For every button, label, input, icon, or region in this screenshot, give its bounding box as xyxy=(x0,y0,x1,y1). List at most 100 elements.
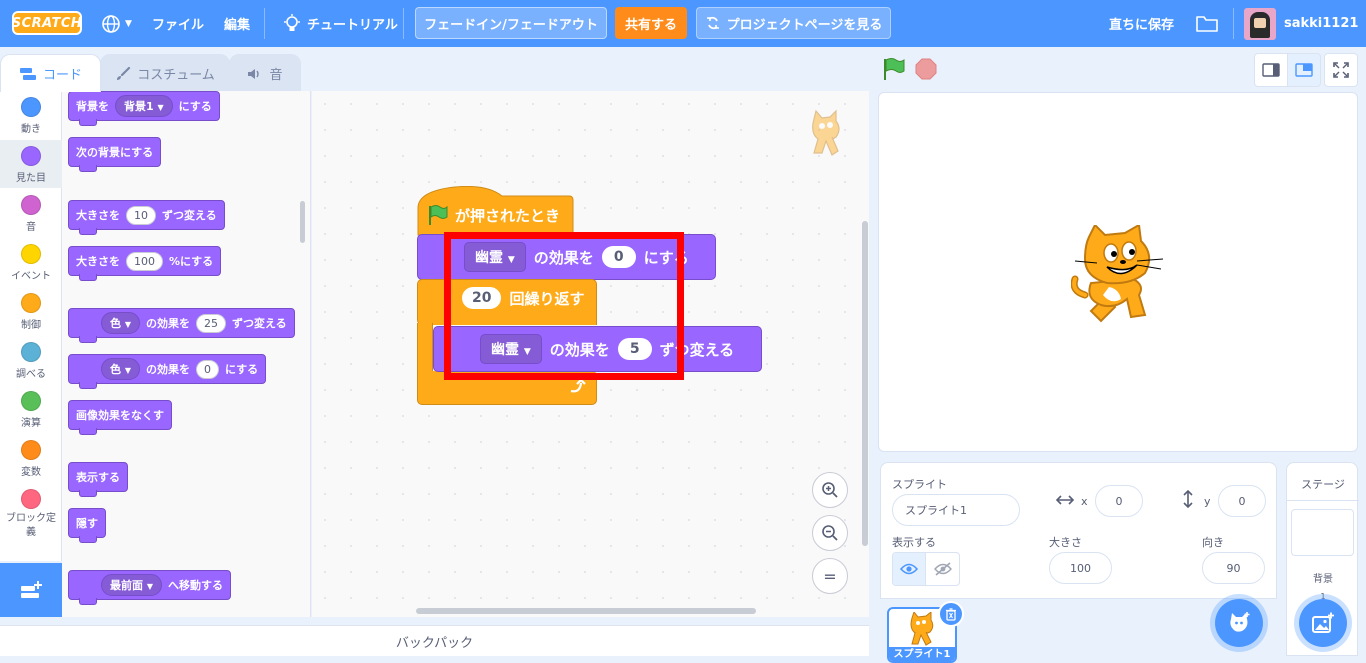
share-button[interactable]: 共有する xyxy=(615,7,687,39)
paintbrush-icon xyxy=(117,66,131,80)
language-menu[interactable]: ▼ xyxy=(101,0,132,47)
zoom-out-icon xyxy=(822,525,838,541)
stop-button[interactable] xyxy=(915,58,937,80)
trash-icon xyxy=(946,607,956,621)
effect-dropdown[interactable]: 色 ▼ xyxy=(101,358,140,380)
category-sensing[interactable]: 調べる xyxy=(0,336,62,384)
zoom-in-button[interactable] xyxy=(812,472,848,508)
stage-canvas[interactable] xyxy=(878,92,1358,452)
direction-input[interactable]: 90 xyxy=(1202,552,1265,584)
save-now-button[interactable]: 直ちに保存 xyxy=(1109,0,1174,47)
choose-sprite-button[interactable] xyxy=(1215,599,1263,647)
block-text: %にする xyxy=(169,255,214,268)
green-flag-icon xyxy=(884,58,905,80)
block-next-backdrop[interactable]: 次の背景にする xyxy=(68,137,162,172)
sprite-name-input[interactable]: スプライト1 xyxy=(892,494,1020,526)
tab-costumes-label: コスチューム xyxy=(137,68,215,83)
menu-divider xyxy=(264,8,265,39)
project-title-input[interactable]: フェードイン/フェードアウト xyxy=(415,7,607,39)
block-show[interactable]: 表示する xyxy=(68,462,128,497)
sprite-thumbnail-label-bg: スプライト1 xyxy=(889,647,955,661)
tab-sounds[interactable]: 音 xyxy=(229,54,301,92)
my-stuff-button[interactable] xyxy=(1196,0,1218,47)
block-text: 次の背景にする xyxy=(76,146,154,159)
category-my-blocks[interactable]: ブロック定義 xyxy=(0,483,62,543)
category-sound[interactable]: 音 xyxy=(0,189,62,237)
script-horizontal-scrollbar[interactable] xyxy=(416,608,756,614)
add-extension-button[interactable] xyxy=(0,563,62,617)
block-palette: 背景を 背景1 ▼ にする 次の背景にする 大きさを 10 ずつ変える 大きさを… xyxy=(62,91,311,617)
hide-sprite-button[interactable] xyxy=(926,553,959,585)
layer-dropdown[interactable]: 最前面 ▼ xyxy=(101,574,162,596)
block-set-size[interactable]: 大きさを 100 %にする xyxy=(68,246,222,281)
tutorials-label: チュートリアル xyxy=(307,18,398,33)
sprite-list: スプライト1 xyxy=(880,598,1277,663)
y-label: y xyxy=(1204,495,1211,508)
size-input[interactable]: 100 xyxy=(1049,552,1112,584)
hat-block-label: が押されたとき xyxy=(455,206,561,225)
block-set-effect[interactable]: 色 ▼ の効果を 0 にする xyxy=(68,354,267,389)
show-label: 表示する xyxy=(892,536,936,549)
block-clear-effects[interactable]: 画像効果をなくす xyxy=(68,400,172,435)
cat-sprite[interactable] xyxy=(1071,225,1167,325)
image-plus-icon xyxy=(1312,612,1334,633)
palette-scrollbar[interactable] xyxy=(300,201,305,243)
choose-backdrop-button[interactable] xyxy=(1299,599,1347,647)
zoom-reset-button[interactable]: = xyxy=(812,558,848,594)
stage-thumbnail[interactable] xyxy=(1291,509,1354,556)
fullscreen-button[interactable] xyxy=(1324,53,1358,87)
zoom-out-button[interactable] xyxy=(812,515,848,551)
script-vertical-scrollbar[interactable] xyxy=(862,221,868,546)
block-switch-backdrop[interactable]: 背景を 背景1 ▼ にする xyxy=(68,91,220,126)
block-text: の効果を xyxy=(146,363,190,376)
category-dot-icon xyxy=(21,391,41,411)
backdrop-dropdown[interactable]: 背景1 ▼ xyxy=(115,95,173,117)
size-change-input[interactable]: 10 xyxy=(126,205,156,225)
green-flag-button[interactable] xyxy=(882,57,906,81)
size-set-input[interactable]: 100 xyxy=(126,251,163,271)
file-menu[interactable]: ファイル xyxy=(152,0,204,47)
tab-code[interactable]: コード xyxy=(0,54,101,92)
stage-selector-pane[interactable]: ステージ 背景 1 xyxy=(1286,462,1359,656)
delete-sprite-button[interactable] xyxy=(938,601,964,627)
tutorials-menu[interactable]: チュートリアル xyxy=(283,0,398,47)
small-stage-button[interactable] xyxy=(1254,53,1288,87)
y-position-input[interactable]: 0 xyxy=(1218,485,1266,517)
block-text: 表示する xyxy=(76,471,120,484)
normal-stage-button[interactable] xyxy=(1287,53,1321,87)
remix-arrows-icon xyxy=(706,16,719,30)
block-change-size[interactable]: 大きさを 10 ずつ変える xyxy=(68,200,225,235)
category-events[interactable]: イベント xyxy=(0,238,62,286)
dropdown-value: 色 xyxy=(110,363,121,376)
category-label: ブロック定義 xyxy=(6,513,56,538)
see-project-page-button[interactable]: プロジェクトページを見る xyxy=(696,7,891,39)
effect-dropdown[interactable]: 色 ▼ xyxy=(101,312,140,334)
tab-costumes[interactable]: コスチューム xyxy=(100,54,230,92)
category-motion[interactable]: 動き xyxy=(0,91,62,139)
block-change-effect[interactable]: 色 ▼ の効果を 25 ずつ変える xyxy=(68,308,295,343)
scratch-logo[interactable]: SCRATCH xyxy=(12,11,82,35)
backpack-header[interactable]: バックパック xyxy=(0,625,869,656)
block-hide[interactable]: 隠す xyxy=(68,508,106,543)
direction-label: 向き xyxy=(1202,536,1224,549)
x-position-input[interactable]: 0 xyxy=(1095,485,1143,517)
edit-menu[interactable]: 編集 xyxy=(224,0,250,47)
account-menu[interactable]: sakki1121 ▼ xyxy=(1244,0,1366,47)
equals-icon: = xyxy=(823,566,837,586)
stage-pane-title: ステージ xyxy=(1301,478,1345,491)
hat-block-green-flag[interactable]: が押されたとき xyxy=(417,186,574,236)
chevron-down-icon: ▼ xyxy=(146,582,153,591)
show-sprite-button[interactable] xyxy=(893,553,927,585)
sprite-watermark-icon xyxy=(812,109,840,156)
category-control[interactable]: 制御 xyxy=(0,287,62,335)
small-stage-icon xyxy=(1262,63,1280,77)
effect-set-input[interactable]: 0 xyxy=(196,359,219,379)
block-go-to-layer[interactable]: 最前面 ▼ へ移動する xyxy=(68,570,231,605)
category-operators[interactable]: 演算 xyxy=(0,385,62,433)
effect-change-input[interactable]: 25 xyxy=(196,313,226,333)
category-looks[interactable]: 見た目 xyxy=(0,140,62,188)
code-blocks-icon xyxy=(19,67,36,80)
category-variables[interactable]: 変数 xyxy=(0,434,62,482)
script-area[interactable]: が押されたとき 幽霊 ▼ の効果を 0 にする 20 回繰り返す 幽霊 ▼ の効… xyxy=(312,91,869,617)
block-text: ずつ変える xyxy=(162,209,217,222)
